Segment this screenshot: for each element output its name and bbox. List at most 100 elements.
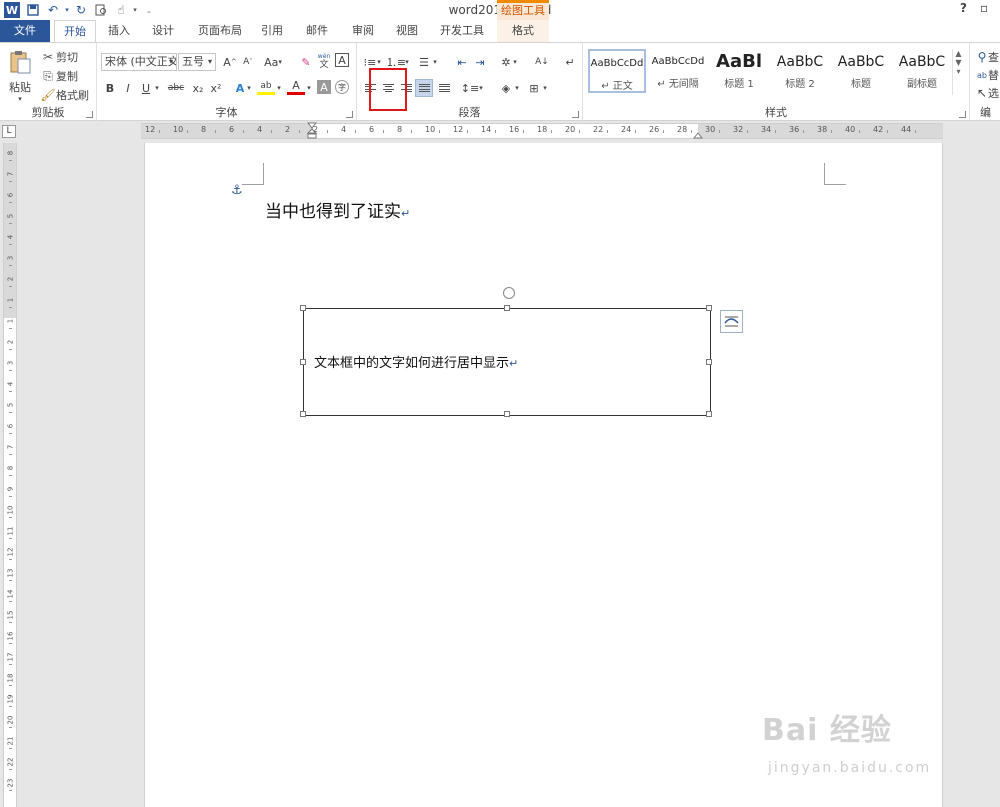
resize-handle-left[interactable] bbox=[300, 359, 306, 365]
character-border-button[interactable]: A bbox=[335, 53, 349, 67]
phonetic-guide-button[interactable]: wén 文 bbox=[315, 52, 333, 70]
font-launcher-icon[interactable] bbox=[346, 111, 353, 118]
style-normal[interactable]: AaBbCcDd ↵ 正文 bbox=[588, 49, 646, 93]
line-spacing-dropdown-icon[interactable]: ▾ bbox=[477, 79, 485, 97]
tab-format[interactable]: 格式 bbox=[497, 20, 549, 42]
resize-handle-right[interactable] bbox=[706, 359, 712, 365]
style-no-spacing[interactable]: AaBbCcDd ↵ 无间隔 bbox=[649, 49, 707, 93]
find-button[interactable]: ⚲ 查 bbox=[976, 47, 999, 67]
clipboard-launcher-icon[interactable] bbox=[86, 111, 93, 118]
text-box[interactable]: 文本框中的文字如何进行居中显示↵ bbox=[300, 287, 712, 417]
tab-insert[interactable]: 插入 bbox=[100, 20, 138, 42]
strikethrough-button[interactable]: abc bbox=[165, 79, 187, 97]
paste-button[interactable]: 粘贴 ▾ bbox=[6, 49, 34, 105]
right-indent-marker-icon[interactable] bbox=[693, 131, 703, 139]
character-shading-icon[interactable]: A bbox=[317, 80, 331, 94]
font-size-combo[interactable]: 五号 ▾ bbox=[178, 53, 216, 71]
underline-dropdown-icon[interactable]: ▾ bbox=[153, 79, 161, 97]
decrease-indent-icon[interactable]: ⇤ bbox=[453, 53, 471, 71]
font-name-dropdown-icon[interactable]: ▾ bbox=[166, 54, 176, 70]
shading-dropdown-icon[interactable]: ▾ bbox=[513, 79, 521, 97]
style-heading-2[interactable]: AaBbC 标题 2 bbox=[771, 49, 829, 93]
tab-view[interactable]: 视图 bbox=[388, 20, 426, 42]
gallery-up-icon[interactable]: ▲ bbox=[953, 49, 964, 58]
gallery-down-icon[interactable]: ▼ bbox=[953, 58, 964, 67]
text-effects-dropdown-icon[interactable]: ▾ bbox=[245, 79, 253, 97]
tab-mailings[interactable]: 邮件 bbox=[298, 20, 336, 42]
word-app-icon[interactable]: W bbox=[4, 2, 20, 18]
styles-gallery-scroll[interactable]: ▲ ▼ ▾ bbox=[952, 49, 964, 95]
print-preview-icon[interactable] bbox=[91, 0, 111, 20]
justify-button[interactable] bbox=[415, 79, 433, 97]
styles-launcher-icon[interactable] bbox=[959, 111, 966, 118]
superscript-button[interactable]: x² bbox=[207, 79, 225, 97]
resize-handle-top[interactable] bbox=[504, 305, 510, 311]
tab-design[interactable]: 设计 bbox=[142, 20, 184, 42]
style-title[interactable]: AaBbC 标题 bbox=[832, 49, 890, 93]
borders-dropdown-icon[interactable]: ▾ bbox=[541, 79, 549, 97]
style-subtitle[interactable]: AaBbC 副标题 bbox=[893, 49, 951, 93]
help-button[interactable]: ? bbox=[960, 1, 974, 19]
text-box-content[interactable]: 文本框中的文字如何进行居中显示↵ bbox=[314, 352, 518, 371]
resize-handle-top-right[interactable] bbox=[706, 305, 712, 311]
resize-handle-bottom-left[interactable] bbox=[300, 411, 306, 417]
font-size-dropdown-icon[interactable]: ▾ bbox=[205, 54, 215, 70]
strikethrough-label: abc bbox=[167, 83, 185, 93]
tab-review[interactable]: 审阅 bbox=[344, 20, 382, 42]
style-heading-1[interactable]: AaBl 标题 1 bbox=[710, 49, 768, 93]
paste-dropdown-icon[interactable]: ▾ bbox=[6, 95, 34, 103]
touch-dropdown-icon[interactable]: ▾ bbox=[131, 0, 139, 20]
highlight-button[interactable]: ab bbox=[257, 79, 275, 95]
tab-home[interactable]: 开始 bbox=[54, 20, 96, 43]
multilevel-dropdown-icon[interactable]: ▾ bbox=[431, 53, 439, 71]
clear-format-icon[interactable]: ✎ bbox=[297, 53, 315, 71]
ruler-tick bbox=[271, 130, 272, 133]
select-button[interactable]: ↖ 选 bbox=[976, 83, 999, 103]
redo-icon[interactable]: ↻ bbox=[71, 0, 91, 20]
tab-selector[interactable]: L bbox=[2, 125, 16, 138]
italic-button[interactable]: I bbox=[119, 79, 137, 97]
ribbon-display-options-icon[interactable]: ▫ bbox=[980, 1, 998, 19]
highlight-dropdown-icon[interactable]: ▾ bbox=[275, 79, 283, 97]
paragraph-launcher-icon[interactable] bbox=[572, 111, 579, 118]
increase-indent-icon[interactable]: ⇥ bbox=[471, 53, 489, 71]
distributed-button[interactable] bbox=[435, 79, 453, 97]
tab-developer[interactable]: 开发工具 bbox=[434, 20, 490, 42]
show-formatting-marks-icon[interactable]: ↵ bbox=[561, 53, 579, 71]
tab-file[interactable]: 文件 bbox=[0, 20, 50, 42]
tab-references[interactable]: 引用 bbox=[254, 20, 290, 42]
horizontal-ruler[interactable]: 12 10 8 6 4 2 2 4 6 8 10 12 14 16 18 20 22 24 26 28 30 32 34 36… bbox=[141, 122, 943, 139]
shrink-font-icon[interactable]: Aˇ bbox=[239, 53, 257, 71]
resize-handle-bottom-right[interactable] bbox=[706, 411, 712, 417]
font-color-icon[interactable]: A bbox=[287, 79, 305, 95]
font-name-combo[interactable]: 宋体 (中文正文) ▾ bbox=[101, 53, 177, 71]
tab-page-layout[interactable]: 页面布局 bbox=[192, 20, 248, 42]
undo-dropdown-icon[interactable]: ▾ bbox=[63, 0, 71, 20]
resize-handle-bottom[interactable] bbox=[504, 411, 510, 417]
replace-button[interactable]: ab 替 bbox=[976, 65, 999, 85]
bold-button[interactable]: B bbox=[101, 79, 119, 97]
layout-options-button[interactable] bbox=[720, 310, 743, 333]
format-painter-button[interactable]: 🖌 格式刷 bbox=[40, 85, 89, 105]
customize-qat-icon[interactable]: ₌ bbox=[139, 0, 159, 20]
touch-mode-icon[interactable]: ☝ bbox=[111, 0, 131, 20]
save-icon[interactable] bbox=[23, 0, 43, 20]
rotate-handle-icon[interactable] bbox=[503, 287, 515, 299]
enclose-characters-icon[interactable]: 字 bbox=[335, 80, 349, 94]
copy-button[interactable]: ⎘ 复制 bbox=[40, 66, 78, 86]
resize-handle-top-left[interactable] bbox=[300, 305, 306, 311]
document-heading[interactable]: 当中也得到了证实↵ bbox=[265, 197, 410, 222]
chinese-layout-dropdown-icon[interactable]: ▾ bbox=[511, 53, 519, 71]
anchor-icon[interactable]: ⚓ bbox=[231, 183, 243, 198]
undo-icon[interactable]: ↶ bbox=[43, 0, 63, 20]
gallery-more-icon[interactable]: ▾ bbox=[953, 67, 964, 76]
style-sample: AaBbCcDd bbox=[651, 56, 705, 67]
grow-font-icon[interactable]: A ^ bbox=[221, 53, 239, 71]
sort-icon[interactable]: A↓ bbox=[533, 53, 551, 71]
subscript-button[interactable]: x₂ bbox=[189, 79, 207, 97]
vertical-ruler[interactable]: 8 7 6 5 4 3 2 1 1 2 3 4 5 6 7 8 9 10 11 12 13 14 15 16 17 18 19 20 2… bbox=[3, 143, 17, 807]
change-case-button[interactable]: Aa ▾ bbox=[261, 53, 285, 71]
cut-button[interactable]: ✂ 剪切 bbox=[40, 47, 78, 67]
font-color-dropdown-icon[interactable]: ▾ bbox=[305, 79, 313, 97]
cursor-icon: ↖ bbox=[976, 86, 988, 100]
